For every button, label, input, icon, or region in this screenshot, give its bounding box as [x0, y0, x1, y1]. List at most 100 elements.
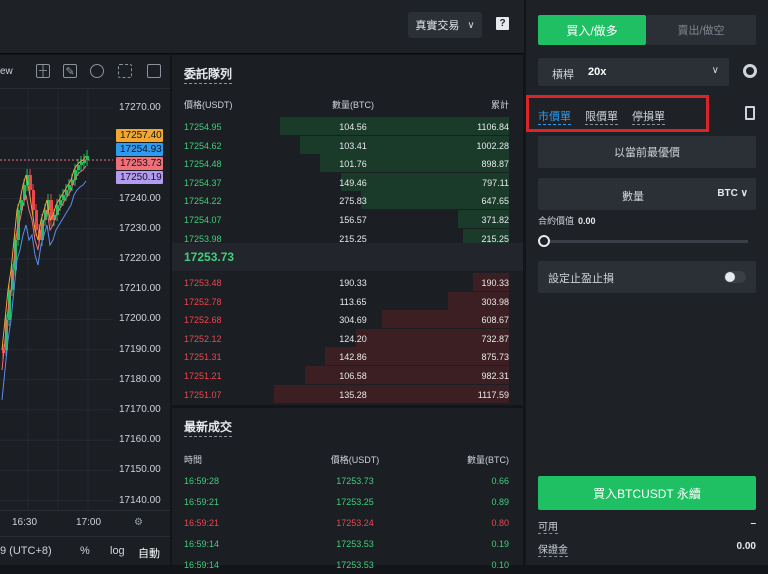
order-total: 732.87 — [481, 333, 509, 344]
candle — [80, 162, 83, 165]
contract-value: 合約價值 0.00 — [538, 214, 596, 227]
chart-provider-label: ew — [0, 66, 13, 77]
axis-settings-icon[interactable]: ⚙ — [134, 517, 143, 528]
timezone-label[interactable]: 9 (UTC+8) — [0, 545, 52, 557]
quantity-slider-track[interactable] — [540, 240, 748, 243]
settings-gear-icon[interactable] — [743, 64, 757, 78]
order-row[interactable]: 17254.22 275.83 647.65 — [172, 191, 523, 210]
depth-bar — [279, 117, 509, 135]
price-axis: 17270.0017260.0017250.0017240.0017230.00… — [113, 90, 170, 510]
order-total: 797.11 — [482, 177, 509, 188]
tpsl-row: 設定止盈止損 — [538, 261, 756, 293]
buy-submit-button[interactable]: 買入BTCUSDT 永續 — [538, 476, 756, 510]
available-value: – — [750, 518, 756, 529]
time-tick: 17:00 — [76, 517, 102, 528]
fullscreen-icon[interactable] — [118, 64, 132, 78]
order-price: 17253.48 — [184, 278, 222, 288]
candle — [77, 165, 80, 170]
order-qty: 304.69 — [339, 315, 367, 326]
edit-icon[interactable]: ✎ — [63, 64, 77, 78]
order-total: 1117.59 — [477, 389, 509, 400]
log-toggle[interactable]: log — [110, 545, 125, 557]
order-row[interactable]: 17252.78 113.65 303.98 — [172, 291, 523, 310]
order-row[interactable]: 17253.48 190.33 190.33 — [172, 273, 523, 291]
trade-row: 16:59:21 17253.24 0.80 — [172, 514, 523, 532]
order-price: 17252.68 — [184, 315, 222, 326]
chevron-down-icon: ∨ — [711, 65, 719, 76]
tab-market-order[interactable]: 市價單 — [538, 108, 571, 125]
calculator-icon[interactable] — [745, 106, 755, 120]
total-header: 累計 — [490, 100, 509, 110]
depth-bar — [274, 384, 509, 403]
candle — [35, 210, 38, 230]
order-book-title: 委託隊列 — [184, 65, 233, 84]
mid-price: 17253.73 — [184, 250, 235, 264]
order-row[interactable]: 17252.12 124.20 732.87 — [172, 328, 523, 347]
candle — [68, 185, 71, 190]
time-axis: 16:30 17:00 ⚙ — [0, 510, 170, 536]
leverage-select[interactable]: 槓桿 20x ∨ — [538, 58, 729, 86]
order-price: 17254.95 — [184, 122, 222, 132]
order-qty: 124.20 — [339, 333, 367, 344]
order-qty: 149.46 — [339, 177, 367, 188]
order-row[interactable]: 17254.62 103.41 1002.28 — [172, 135, 523, 154]
quantity-slider-handle[interactable] — [538, 235, 550, 247]
candle — [86, 156, 89, 160]
price-tick: 17230.00 — [119, 222, 161, 234]
trade-price: 17253.53 — [336, 560, 374, 570]
candle — [32, 190, 35, 210]
candle — [62, 195, 65, 200]
order-price: 17254.07 — [184, 215, 222, 225]
price-input[interactable]: 以當前最優價 — [538, 136, 756, 168]
sell-short-tab[interactable]: 賣出/做空 — [646, 15, 756, 45]
indicator-grid-icon[interactable]: ┼ — [36, 64, 50, 78]
available-label: 可用 — [538, 518, 558, 534]
trade-time: 16:59:21 — [184, 518, 220, 528]
order-row[interactable]: 17254.48 101.76 898.87 — [172, 154, 523, 173]
trade-qty-header: 數量(BTC) — [467, 455, 509, 465]
order-row[interactable]: 17251.07 135.28 1117.59 — [172, 384, 523, 403]
price-tag: 17250.19 — [116, 171, 163, 184]
order-total: 371.82 — [481, 215, 509, 225]
order-row[interactable]: 17254.07 156.57 371.82 — [172, 210, 523, 228]
order-book: 委託隊列 價格(USDT) 數量(BTC) 累計 17254.95 104.56 1… — [172, 55, 523, 405]
order-row[interactable]: 17254.95 104.56 1106.84 — [172, 117, 523, 135]
order-price: 17254.22 — [184, 196, 222, 207]
recent-trades-title: 最新成交 — [184, 418, 233, 437]
order-price: 17254.37 — [184, 177, 222, 188]
order-row[interactable]: 17252.68 304.69 608.67 — [172, 310, 523, 329]
order-row[interactable]: 17254.37 149.46 797.11 — [172, 172, 523, 191]
price-tick: 17210.00 — [119, 283, 161, 295]
tab-stop-order[interactable]: 停損單 — [632, 108, 665, 125]
order-row[interactable]: 17251.21 106.58 982.31 — [172, 366, 523, 384]
order-price: 17254.48 — [184, 159, 222, 170]
price-tick: 17150.00 — [119, 464, 161, 476]
order-qty: 106.58 — [339, 371, 367, 381]
order-price: 17254.62 — [184, 140, 222, 151]
chart-panel: ew ┼ ✎ 17270.0017260.0017250.0017240.001… — [0, 55, 170, 565]
mid-price-row: 17253.73 — [172, 243, 523, 271]
time-header: 時間 — [184, 455, 203, 465]
recent-trades: 最新成交 時間 價格(USDT) 數量(BTC) 16:59:28 17253.7… — [172, 408, 523, 570]
percent-toggle[interactable]: % — [80, 545, 90, 557]
quantity-input[interactable]: 數量 BTC ∨ — [538, 178, 756, 210]
buy-long-tab[interactable]: 買入/做多 — [538, 15, 646, 45]
order-qty: 101.76 — [339, 159, 367, 170]
camera-icon[interactable] — [147, 64, 161, 78]
tab-limit-order[interactable]: 限價單 — [585, 108, 618, 125]
order-total: 1106.84 — [477, 122, 509, 132]
price-header: 價格(USDT) — [184, 100, 233, 110]
order-row[interactable]: 17251.31 142.86 875.73 — [172, 347, 523, 366]
trade-row: 16:59:21 17253.25 0.89 — [172, 493, 523, 511]
order-total: 1002.28 — [476, 140, 509, 151]
account-mode-select[interactable]: 真實交易 ∨ — [408, 12, 482, 38]
trade-price: 17253.24 — [336, 518, 374, 528]
gear-icon[interactable] — [90, 64, 104, 78]
help-icon[interactable]: ? — [496, 17, 509, 30]
quantity-unit-select[interactable]: BTC ∨ — [717, 188, 748, 199]
auto-scale-toggle[interactable]: 自動 — [138, 545, 160, 561]
order-price: 17251.31 — [184, 352, 222, 363]
price-tick: 17190.00 — [119, 343, 161, 355]
tpsl-toggle[interactable] — [724, 271, 746, 283]
candlestick-plot[interactable] — [0, 90, 113, 510]
